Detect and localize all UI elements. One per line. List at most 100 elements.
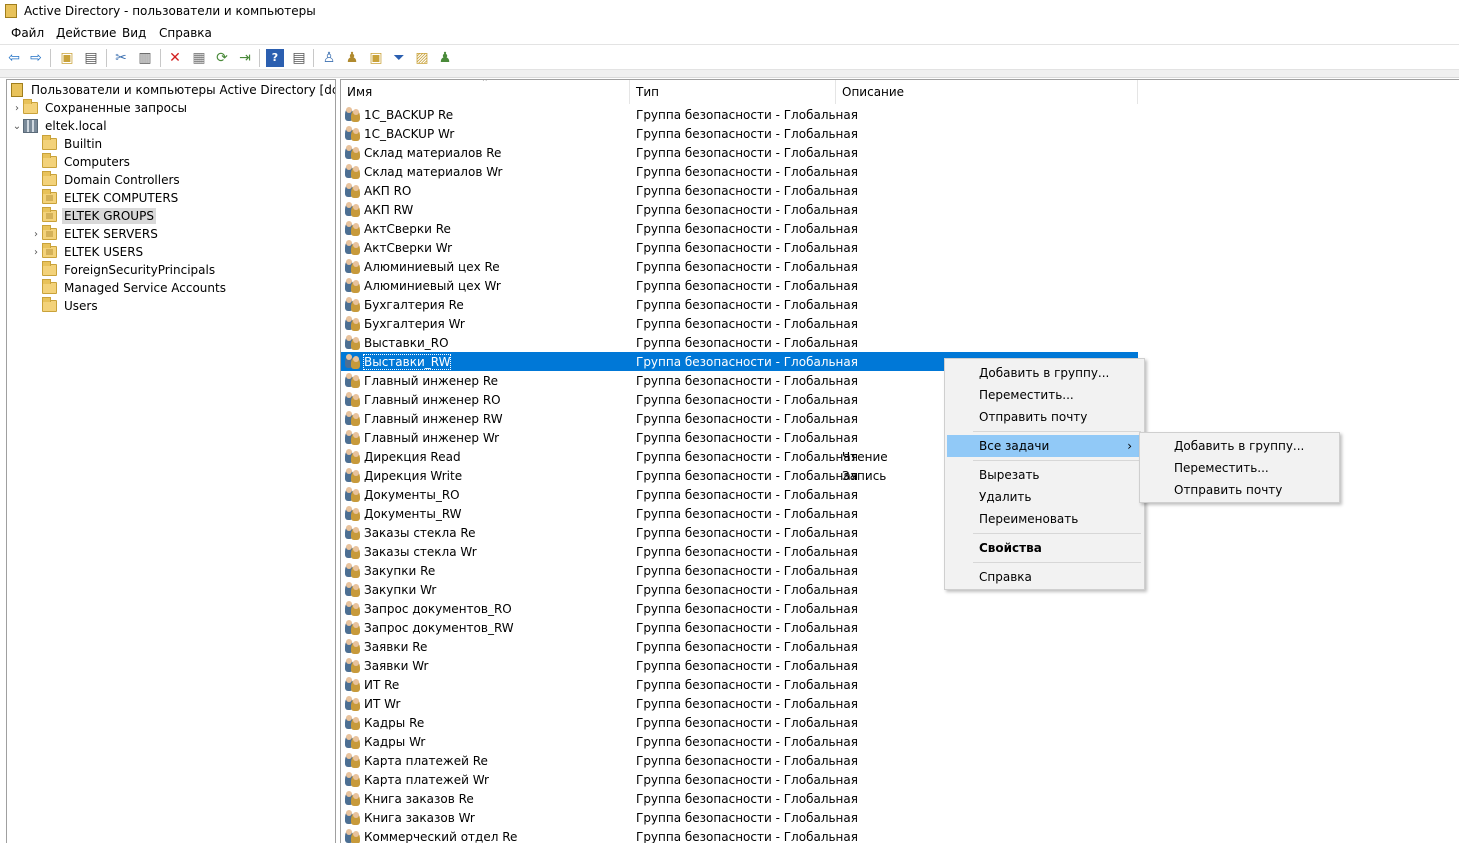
row-type: Группа безопасности - Глобальная — [636, 811, 858, 825]
ctx-delete[interactable]: Удалить — [947, 486, 1142, 508]
ou-icon — [42, 243, 57, 258]
menu-view[interactable]: Вид — [122, 26, 146, 40]
table-row[interactable]: Книга заказов Re Группа безопасности - Гл… — [341, 789, 1138, 808]
tree-item[interactable]: › ELTEK USERS — [30, 243, 145, 261]
column-header-type[interactable]: Тип — [630, 80, 836, 104]
row-name-cell: Карта платежей Wr — [345, 772, 489, 787]
row-type: Группа безопасности - Глобальная — [636, 678, 858, 692]
table-row[interactable]: Алюминиевый цех Re Группа безопасности - … — [341, 257, 1138, 276]
menu-help[interactable]: Справка — [159, 26, 212, 40]
new-group-icon[interactable]: ♟ — [343, 49, 361, 67]
folder-icon — [42, 297, 57, 312]
security-group-icon — [345, 734, 361, 749]
sub-send-mail[interactable]: Отправить почту — [1142, 479, 1337, 501]
row-name-cell: Главный инженер RO — [345, 392, 501, 407]
show-tree-icon[interactable]: ▤ — [82, 49, 100, 67]
ctx-all-tasks[interactable]: Все задачи › — [947, 435, 1142, 457]
up-folder-icon[interactable]: ▣ — [58, 49, 76, 67]
folder-icon — [42, 135, 57, 150]
chevron-right-icon[interactable]: › — [30, 229, 42, 240]
forward-icon[interactable]: ⇨ — [27, 49, 45, 67]
table-row[interactable]: ИТ Wr Группа безопасности - Глобальная — [341, 694, 1138, 713]
table-row[interactable]: Бухгалтерия Wr Группа безопасности - Глоб… — [341, 314, 1138, 333]
add-to-group-icon[interactable]: ♟ — [436, 49, 454, 67]
column-header-name[interactable]: Имя ⌃ — [341, 80, 630, 104]
row-name-cell: Алюминиевый цех Wr — [345, 278, 501, 293]
back-icon[interactable]: ⇦ — [5, 49, 23, 67]
table-row[interactable]: Кадры Wr Группа безопасности - Глобальная — [341, 732, 1138, 751]
row-type: Группа безопасности - Глобальная — [636, 830, 858, 843]
tree-root[interactable]: Пользователи и компьютеры Active Directo… — [11, 81, 335, 99]
table-row[interactable]: АКП RO Группа безопасности - Глобальная — [341, 181, 1138, 200]
table-row[interactable]: Склад материалов Re Группа безопасности -… — [341, 143, 1138, 162]
tree-item[interactable]: Builtin — [30, 135, 104, 153]
tree-item[interactable]: › ELTEK SERVERS — [30, 225, 160, 243]
window-title: Active Directory - пользователи и компью… — [24, 4, 316, 18]
row-name: Алюминиевый цех Re — [364, 259, 500, 274]
ctx-send-mail[interactable]: Отправить почту — [947, 406, 1142, 428]
security-group-icon — [345, 411, 361, 426]
find-icon[interactable]: ▨ — [413, 49, 431, 67]
table-row[interactable]: Склад материалов Wr Группа безопасности -… — [341, 162, 1138, 181]
delete-icon[interactable]: ✕ — [166, 49, 184, 67]
table-row[interactable]: 1C_BACKUP Wr Группа безопасности - Глобал… — [341, 124, 1138, 143]
table-row[interactable]: ИТ Re Группа безопасности - Глобальная — [341, 675, 1138, 694]
table-row[interactable]: Карта платежей Re Группа безопасности - Г… — [341, 751, 1138, 770]
ctx-properties[interactable]: Свойства — [947, 537, 1142, 559]
tree-item[interactable]: Domain Controllers — [30, 171, 182, 189]
table-row[interactable]: Алюминиевый цех Wr Группа безопасности - … — [341, 276, 1138, 295]
table-row[interactable]: Заявки Wr Группа безопасности - Глобальна… — [341, 656, 1138, 675]
table-row[interactable]: АктСверки Wr Группа безопасности - Глобал… — [341, 238, 1138, 257]
properties-icon[interactable]: ▦ — [190, 49, 208, 67]
help-icon[interactable]: ? — [266, 49, 284, 67]
chevron-right-icon[interactable]: › — [11, 103, 23, 114]
ctx-rename[interactable]: Переименовать — [947, 508, 1142, 530]
menu-action[interactable]: Действие — [56, 26, 116, 40]
tree-item[interactable]: Computers — [30, 153, 132, 171]
chevron-right-icon[interactable]: › — [30, 247, 42, 258]
table-row[interactable]: АктСверки Re Группа безопасности - Глобал… — [341, 219, 1138, 238]
security-group-icon — [345, 430, 361, 445]
chevron-down-icon[interactable]: ⌄ — [11, 121, 23, 132]
refresh-icon[interactable]: ⟳ — [213, 49, 231, 67]
ctx-cut[interactable]: Вырезать — [947, 464, 1142, 486]
table-row[interactable]: Кадры Re Группа безопасности - Глобальная — [341, 713, 1138, 732]
console-icon[interactable]: ▤ — [290, 49, 308, 67]
export-list-icon[interactable]: ⇥ — [236, 49, 254, 67]
tree-item[interactable]: ELTEK COMPUTERS — [30, 189, 180, 207]
copy-icon[interactable]: ▥ — [136, 49, 154, 67]
ctx-add-to-group[interactable]: Добавить в группу... — [947, 362, 1142, 384]
sub-add-to-group[interactable]: Добавить в группу... — [1142, 435, 1337, 457]
table-row[interactable]: Заявки Re Группа безопасности - Глобальна… — [341, 637, 1138, 656]
tree-item[interactable]: ForeignSecurityPrincipals — [30, 261, 217, 279]
filter-icon[interactable]: ⏷ — [390, 49, 408, 67]
column-header-description[interactable]: Описание — [836, 80, 1138, 104]
security-group-icon — [345, 506, 361, 521]
table-row[interactable]: Книга заказов Wr Группа безопасности - Гл… — [341, 808, 1138, 827]
tree-item[interactable]: ⌄ eltek.local — [11, 117, 109, 135]
tree-item[interactable]: Users — [30, 297, 100, 315]
row-type: Группа безопасности - Глобальная — [636, 659, 858, 673]
menu-file[interactable]: Файл — [11, 26, 44, 40]
row-name-cell: Бухгалтерия Re — [345, 297, 464, 312]
ctx-help[interactable]: Справка — [947, 566, 1142, 588]
tree-item[interactable]: › Сохраненные запросы — [11, 99, 189, 117]
new-ou-icon[interactable]: ▣ — [367, 49, 385, 67]
table-row[interactable]: Выставки_RO Группа безопасности - Глобаль… — [341, 333, 1138, 352]
sub-move[interactable]: Переместить... — [1142, 457, 1337, 479]
new-user-icon[interactable]: ♙ — [320, 49, 338, 67]
ctx-move[interactable]: Переместить... — [947, 384, 1142, 406]
table-row[interactable]: Запрос документов_RO Группа безопасности … — [341, 599, 1138, 618]
table-row[interactable]: Коммерческий отдел Re Группа безопасности… — [341, 827, 1138, 843]
table-row[interactable]: АКП RW Группа безопасности - Глобальная — [341, 200, 1138, 219]
table-row[interactable]: 1C_BACKUP Re Группа безопасности - Глобал… — [341, 105, 1138, 124]
table-row[interactable]: Карта платежей Wr Группа безопасности - Г… — [341, 770, 1138, 789]
row-name-cell: Закупки Re — [345, 563, 435, 578]
table-row[interactable]: Бухгалтерия Re Группа безопасности - Глоб… — [341, 295, 1138, 314]
tree-item[interactable]: ELTEK GROUPS — [30, 207, 156, 225]
cut-icon[interactable]: ✂ — [112, 49, 130, 67]
tree-item[interactable]: Managed Service Accounts — [30, 279, 228, 297]
table-row[interactable]: Запрос документов_RW Группа безопасности … — [341, 618, 1138, 637]
security-group-icon — [345, 677, 361, 692]
menu-separator — [973, 562, 1141, 563]
